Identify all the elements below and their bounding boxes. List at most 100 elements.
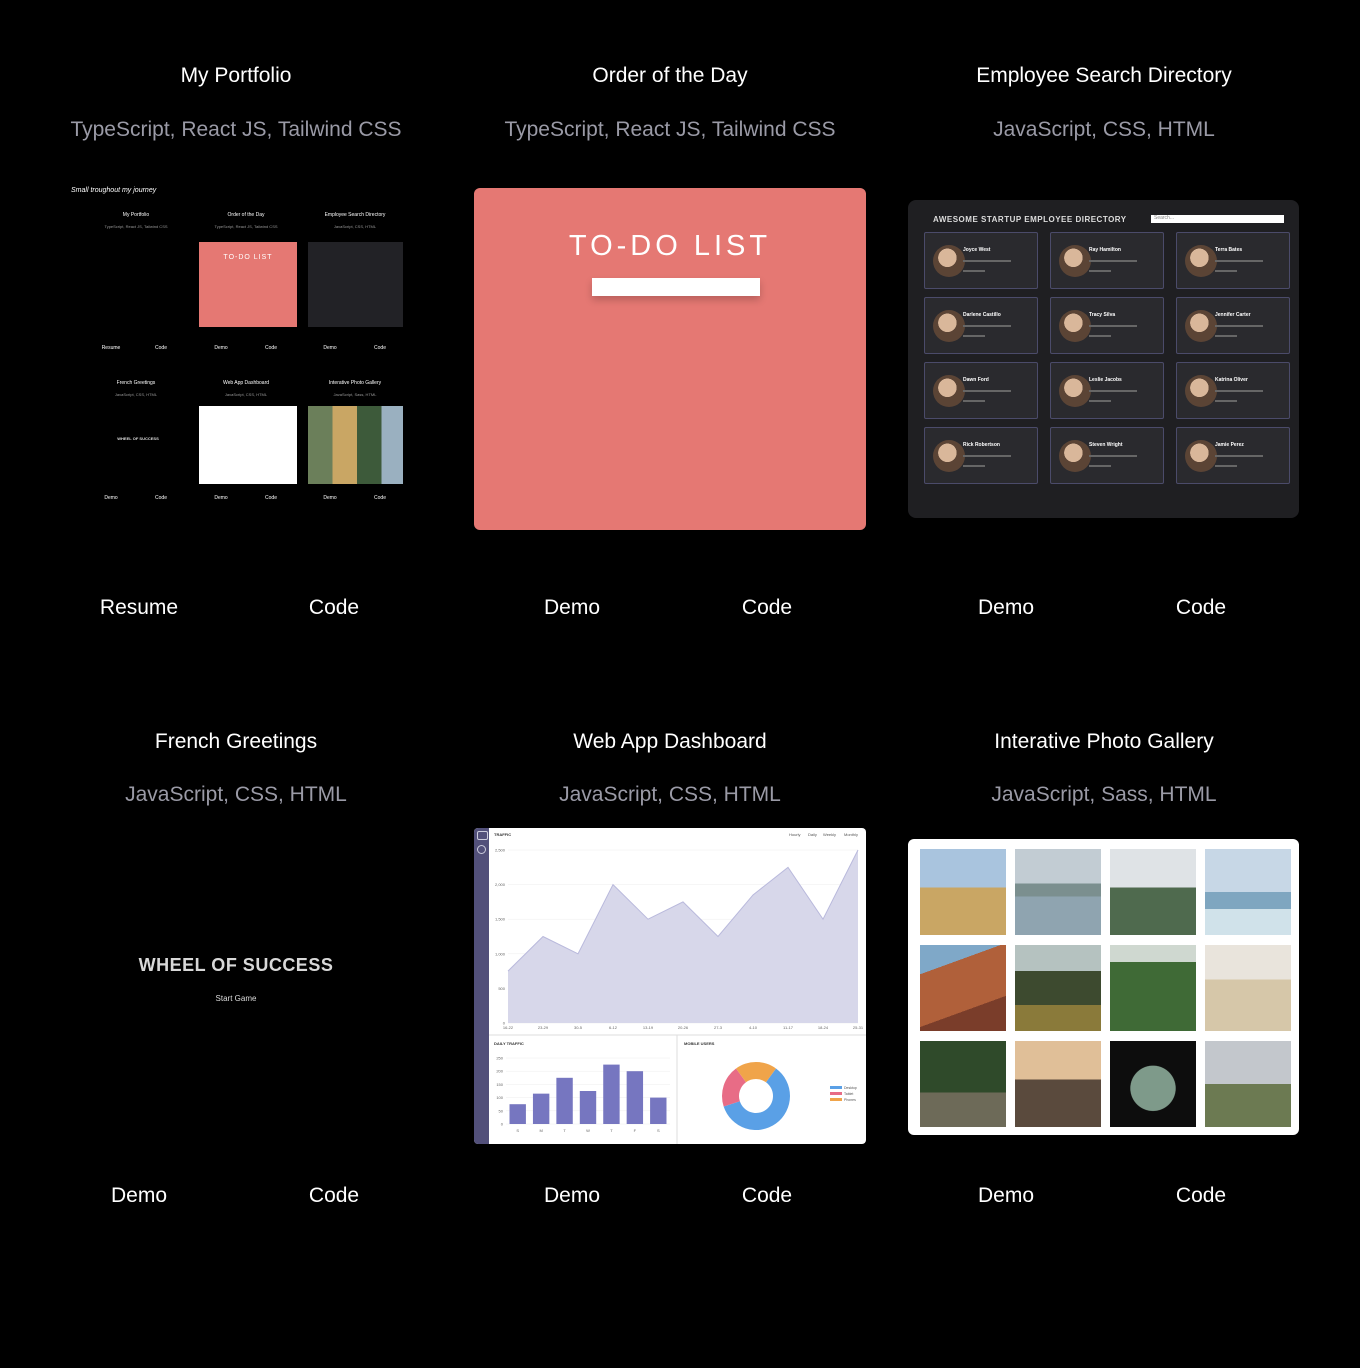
employee-card[interactable]: Darlene Castillo bbox=[924, 297, 1038, 354]
code-link[interactable]: Code bbox=[742, 1184, 792, 1208]
employee-card[interactable]: Jamie Perez bbox=[1176, 427, 1290, 484]
employee-city bbox=[1089, 465, 1111, 467]
employee-city bbox=[1089, 270, 1111, 272]
start-game-button: Start Game bbox=[215, 994, 257, 1003]
daily-x-tick: W bbox=[586, 1128, 590, 1133]
daily-y-tick: 150 bbox=[496, 1082, 503, 1087]
employee-card[interactable]: Ray Hamilton bbox=[1050, 232, 1164, 289]
project-tech: JavaScript, CSS, HTML bbox=[125, 783, 347, 806]
daily-y-tick: 250 bbox=[496, 1056, 503, 1061]
employee-card[interactable]: Joyce West bbox=[924, 232, 1038, 289]
demo-link[interactable]: Demo bbox=[544, 596, 600, 620]
employee-email bbox=[963, 260, 1011, 262]
project-links: Demo Code bbox=[887, 1184, 1321, 1214]
project-title: Web App Dashboard bbox=[573, 730, 767, 753]
employee-name: Joyce West bbox=[963, 247, 991, 253]
employee-card[interactable]: Jennifer Carter bbox=[1176, 297, 1290, 354]
directory-heading: AWESOME STARTUP EMPLOYEE DIRECTORY bbox=[933, 215, 1127, 224]
code-link[interactable]: Code bbox=[309, 596, 359, 620]
daily-bar bbox=[650, 1097, 667, 1124]
employee-directory-thumbnail[interactable]: AWESOME STARTUP EMPLOYEE DIRECTORY Searc… bbox=[908, 200, 1299, 518]
daily-x-tick: M bbox=[539, 1128, 542, 1133]
avatar bbox=[933, 310, 965, 342]
daily-y-tick: 0 bbox=[501, 1122, 504, 1127]
avatar bbox=[1059, 245, 1091, 277]
project-tech: JavaScript, Sass, HTML bbox=[991, 783, 1217, 806]
employee-card[interactable]: Dawn Ford bbox=[924, 362, 1038, 419]
dashboard-thumbnail[interactable]: TRAFFIC 2,500 2,000 1,500 1,000 500 0 16-22 23-… bbox=[474, 828, 866, 1144]
gallery-photo bbox=[1205, 849, 1291, 935]
avatar bbox=[933, 245, 965, 277]
traffic-x-tick: 6-12 bbox=[609, 1025, 618, 1030]
project-links: Demo Code bbox=[453, 596, 887, 626]
employee-card[interactable]: Terra Bates bbox=[1176, 232, 1290, 289]
employee-city bbox=[963, 465, 985, 467]
code-link[interactable]: Code bbox=[1176, 596, 1226, 620]
avatar bbox=[1059, 375, 1091, 407]
traffic-y-tick: 2,000 bbox=[495, 882, 506, 887]
gallery-photo bbox=[1205, 1041, 1291, 1127]
traffic-x-tick: 11-17 bbox=[783, 1025, 794, 1030]
project-title: My Portfolio bbox=[180, 64, 292, 87]
traffic-x-tick: 27-3 bbox=[714, 1025, 723, 1030]
daily-bar bbox=[532, 1093, 550, 1124]
portfolio-thumbnail[interactable]: Small troughout my journey My Portfolio T… bbox=[69, 180, 403, 510]
daily-bar bbox=[509, 1104, 526, 1124]
daily-bar bbox=[603, 1064, 620, 1124]
mini-tagline: Small troughout my journey bbox=[71, 187, 157, 194]
mini-link[interactable]: Code bbox=[330, 495, 403, 501]
employee-email bbox=[963, 455, 1011, 457]
dashboard-tab: Weekly bbox=[823, 832, 837, 837]
project-links: Demo Code bbox=[19, 1184, 453, 1214]
daily-y-tick: 100 bbox=[496, 1095, 503, 1100]
demo-link[interactable]: Demo bbox=[111, 1184, 167, 1208]
mobile-users-label: MOBILE USERS bbox=[684, 1041, 715, 1046]
avatar bbox=[1185, 310, 1217, 342]
gallery-photo bbox=[1205, 945, 1291, 1031]
project-title: Order of the Day bbox=[592, 64, 748, 87]
employee-email bbox=[1089, 260, 1137, 262]
photo-grid bbox=[920, 849, 1291, 1127]
avatar bbox=[933, 440, 965, 472]
employee-city bbox=[1089, 400, 1111, 402]
mini-project-tech: TypeScript, React JS, Tailwind CSS bbox=[104, 224, 168, 229]
wheel-of-success-thumbnail[interactable]: WHEEL OF SUCCESS Start Game bbox=[40, 828, 432, 1144]
traffic-x-tick: 23-29 bbox=[538, 1025, 549, 1030]
legend-label: Tablet bbox=[844, 1092, 853, 1096]
daily-traffic-label: DAILY TRAFFIC bbox=[494, 1041, 524, 1046]
employee-email bbox=[1215, 325, 1263, 327]
mini-project-title: Order of the Day bbox=[227, 212, 265, 218]
traffic-x-tick: 13-19 bbox=[643, 1025, 654, 1030]
demo-link[interactable]: Demo bbox=[544, 1184, 600, 1208]
employee-email bbox=[1215, 260, 1263, 262]
code-link[interactable]: Code bbox=[742, 596, 792, 620]
employee-card[interactable]: Steven Wright bbox=[1050, 427, 1164, 484]
mini-thumbnail bbox=[199, 406, 297, 484]
employee-name: Rick Robertson bbox=[963, 442, 1000, 448]
demo-link[interactable]: Demo bbox=[978, 1184, 1034, 1208]
employee-name: Ray Hamilton bbox=[1089, 247, 1121, 253]
employee-city bbox=[963, 400, 985, 402]
mini-link[interactable]: Code bbox=[330, 345, 403, 351]
directory-search: Search... bbox=[1151, 215, 1284, 223]
employee-card[interactable]: Katrina Oliver bbox=[1176, 362, 1290, 419]
employee-card[interactable]: Leslie Jacobs bbox=[1050, 362, 1164, 419]
todo-thumbnail[interactable]: TO-DO LIST bbox=[474, 188, 866, 530]
mini-project-tech: JavaScript, Sass, HTML bbox=[333, 392, 377, 397]
gallery-photo bbox=[1110, 1041, 1196, 1127]
code-link[interactable]: Code bbox=[309, 1184, 359, 1208]
avatar bbox=[933, 375, 965, 407]
employee-card[interactable]: Rick Robertson bbox=[924, 427, 1038, 484]
photo-gallery-thumbnail[interactable] bbox=[908, 839, 1299, 1135]
dashboard-tab: Daily bbox=[808, 832, 817, 837]
dashboard-tab: Monthly bbox=[844, 832, 859, 837]
daily-x-tick: T bbox=[610, 1128, 613, 1133]
dashboard-charts: 2,500 2,000 1,500 1,000 500 0 16-22 23-29 30-5 6-… bbox=[489, 848, 866, 1144]
employee-card[interactable]: Tracy Silva bbox=[1050, 297, 1164, 354]
mini-thumbnail: WHEEL OF SUCCESS bbox=[89, 406, 187, 484]
employee-name: Katrina Oliver bbox=[1215, 377, 1248, 383]
gallery-photo bbox=[920, 1041, 1006, 1127]
demo-link[interactable]: Demo bbox=[978, 596, 1034, 620]
code-link[interactable]: Code bbox=[1176, 1184, 1226, 1208]
resume-link[interactable]: Resume bbox=[100, 596, 178, 620]
